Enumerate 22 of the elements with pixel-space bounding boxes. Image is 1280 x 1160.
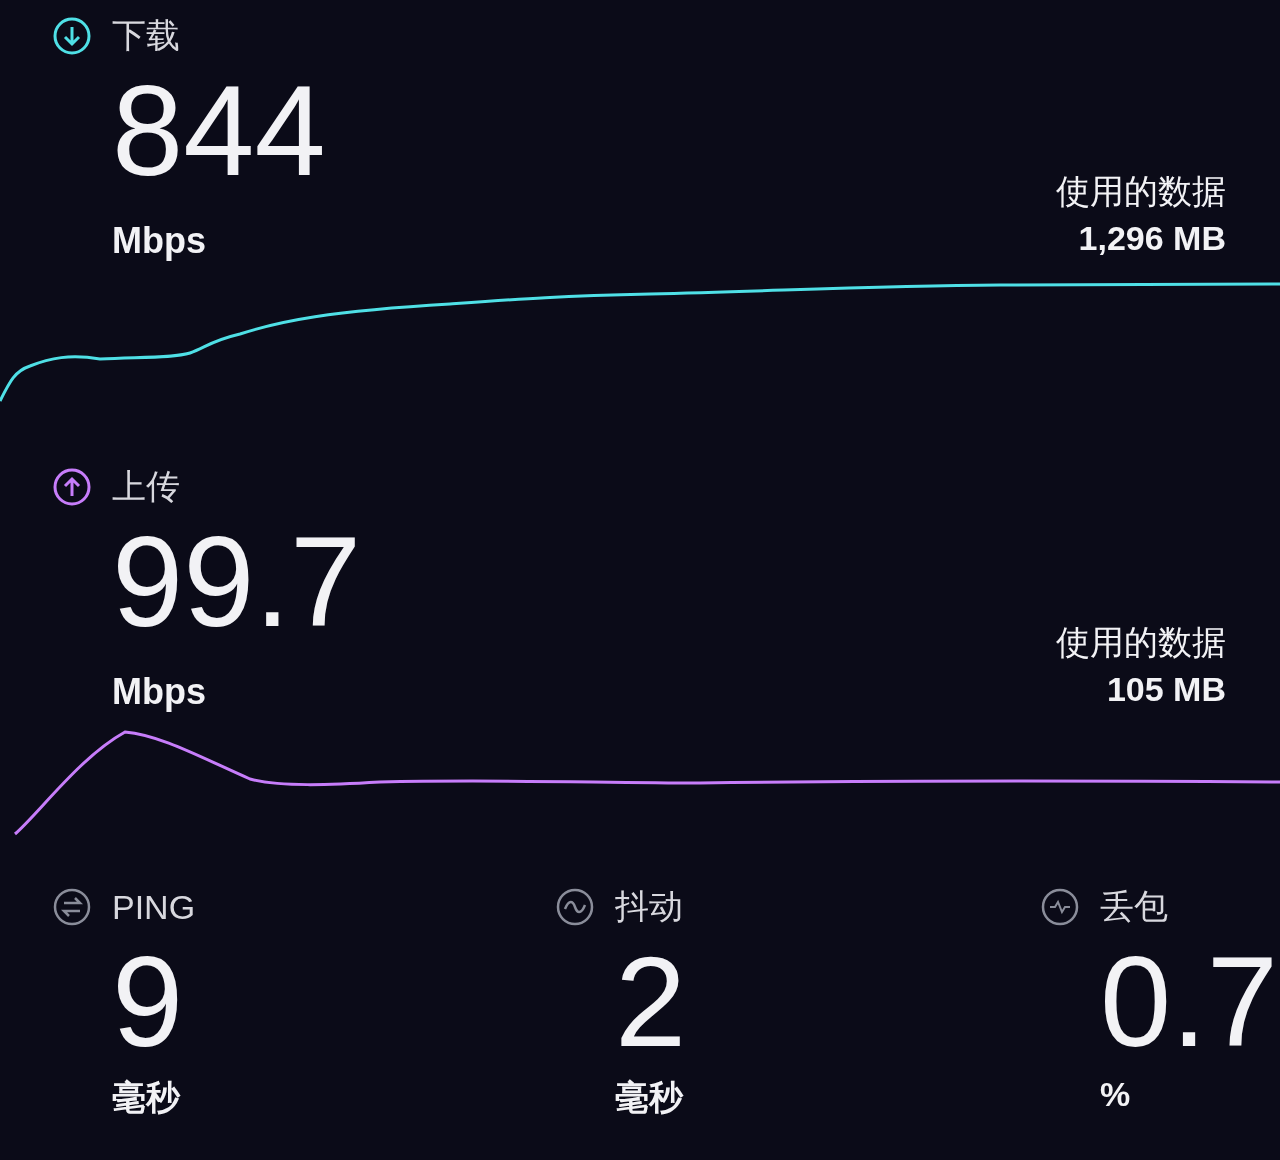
circled-metric-icon — [1040, 887, 1080, 927]
data-used-value: 105 MB — [1106, 669, 1226, 710]
test-label: 上传 — [112, 466, 180, 507]
data-used-label: 使用的数据 — [1056, 622, 1226, 663]
speed-unit: Mbps — [112, 671, 206, 713]
metric-value: 2 — [615, 943, 687, 1061]
data-used-value: 1,296 MB — [1078, 218, 1226, 259]
data-used-label: 使用的数据 — [1056, 171, 1226, 212]
metric-unit: 毫秒 — [112, 1077, 180, 1118]
metric-unit: 毫秒 — [615, 1077, 683, 1118]
speed-unit: Mbps — [112, 220, 206, 262]
metric-label: 抖动 — [615, 886, 683, 927]
speed-value: 99.7 — [112, 523, 362, 641]
metric-label: PING — [112, 887, 196, 927]
test-label: 下载 — [112, 15, 180, 56]
metric-unit: % — [1100, 1075, 1131, 1114]
circled-metric-icon — [555, 887, 595, 927]
metric-label: 丢包 — [1100, 886, 1168, 927]
metric-value: 9 — [112, 943, 184, 1061]
speed-value: 844 — [112, 72, 326, 190]
circled-metric-icon — [52, 887, 92, 927]
metric-value: 0.7 — [1100, 943, 1278, 1061]
